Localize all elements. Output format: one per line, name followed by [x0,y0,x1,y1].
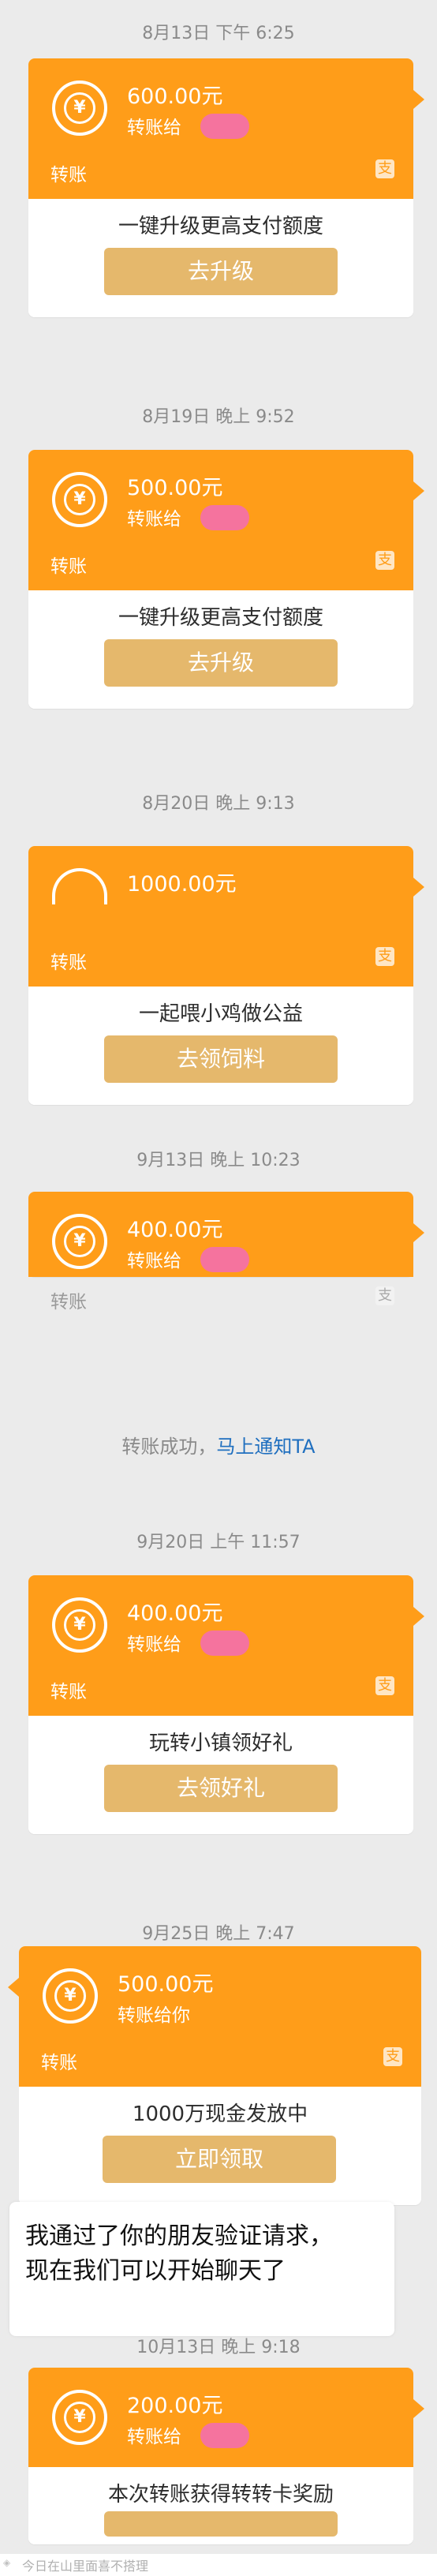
transfer-header: ¥ 600.00元 转账给 转账 支 [28,58,424,199]
redacted-name [200,1247,249,1272]
promo-text: 一键升级更高支付额度 [118,215,323,238]
yuan-coin-icon: ¥ [52,1214,107,1269]
timestamp: 9月13日 晚上 10:23 [136,1151,301,1170]
timestamp: 8月20日 晚上 9:13 [142,794,295,814]
promo-section: 玩转小镇领好礼 去领好礼 [28,1716,413,1834]
transfer-label: 转账 [50,1682,87,1702]
redacted-name [200,1631,249,1656]
claim-button[interactable]: 立即领取 [103,2136,336,2183]
redacted-name [200,505,249,530]
transfer-card[interactable]: ¥ 400.00元 转账给 转账 支 玩转小镇领好礼 去领好礼 [28,1575,424,1834]
feed-button[interactable]: 去领饲料 [104,1035,338,1083]
redacted-name [200,114,249,139]
transfer-header: 1000.00元 转账 支 [28,846,424,987]
yuan-coin-icon: ¥ [52,472,107,527]
transfer-header: ¥ 500.00元 转账给你 转账 支 [8,1946,421,2087]
promo-section: 一键升级更高支付额度 去升级 [28,590,413,709]
transfer-card[interactable]: 1000.00元 转账 支 一起喂小鸡做公益 去领饲料 [28,846,424,1105]
claim-button[interactable] [104,2511,338,2537]
promo-text: 1000万现金发放中 [132,2102,308,2126]
transfer-header: ¥ 400.00元 转账给 转账 支 [28,1575,424,1716]
transfer-recipient-label: 转账给 [127,118,181,138]
transfer-header: ¥ 400.00元 转账给 转账 支 [28,1192,424,1312]
yuan-coin-icon: ¥ [52,80,107,136]
transfer-amount: 500.00元 [127,476,223,500]
transfer-amount: 500.00元 [118,1972,214,1997]
transfer-header: ¥ 500.00元 转账给 转账 支 [28,450,424,590]
yuan-coin-icon: ¥ [52,2390,107,2445]
notify-link[interactable]: 马上通知TA [216,1436,315,1458]
alipay-icon: 支 [375,947,394,966]
transfer-header: ¥ 200.00元 转账给 [28,2368,424,2467]
upgrade-button[interactable]: 去升级 [104,639,338,687]
promo-section: 一起喂小鸡做公益 去领饲料 [28,987,413,1105]
watermark-logo: ◈ [3,2557,11,2568]
timestamp: 9月20日 上午 11:57 [136,1533,301,1552]
transfer-label: 转账 [50,556,87,577]
promo-section: 一键升级更高支付额度 去升级 [28,199,413,317]
transfer-recipient-label: 转账给 [127,509,181,530]
yuan-coin-icon [52,868,107,904]
timestamp: 8月13日 下午 6:25 [142,24,295,43]
transfer-amount: 600.00元 [127,84,223,109]
chat-line-1: 我通过了你的朋友验证请求， [25,2222,333,2250]
success-text: 转账成功， [121,1436,217,1458]
transfer-recipient-label: 转账给 [127,1634,181,1655]
transfer-card[interactable]: ¥ 400.00元 转账给 转账 支 [28,1192,424,1312]
transfer-label: 转账 [50,1292,87,1312]
transfer-card[interactable]: ¥ 500.00元 转账给你 转账 支 1000万现金发放中 立即领取 [8,1946,421,2205]
promo-section: 本次转账获得转转卡奖励 [28,2467,413,2544]
transfer-recipient-label: 转账给你 [118,2005,190,2026]
alipay-icon: 支 [375,551,394,570]
transfer-success-message: 转账成功，马上通知TA [0,1431,437,1458]
transfer-recipient-label: 转账给 [127,2427,181,2447]
promo-text: 玩转小镇领好礼 [148,1732,293,1755]
chat-screen: 8月13日 下午 6:25 ¥ 600.00元 转账给 转账 支 一键升级更高支… [0,0,437,2576]
timestamp: 8月19日 晚上 9:52 [142,407,295,427]
alipay-icon: 支 [375,1676,394,1695]
timestamp: 10月13日 晚上 9:18 [136,2338,301,2357]
promo-text: 一起喂小鸡做公益 [138,1002,303,1026]
friend-accept-text: 我通过了你的朋友验证请求， 现在我们可以开始聊天了 [25,2219,333,2289]
transfer-amount: 1000.00元 [127,872,237,897]
watermark-text: 今日在山里面喜不搭理 [22,2559,149,2574]
transfer-label: 转账 [50,165,87,185]
promo-section: 1000万现金发放中 立即领取 [19,2087,421,2205]
yuan-coin-icon: ¥ [52,1597,107,1653]
timestamp: 9月25日 晚上 7:47 [142,1924,295,1944]
transfer-label: 转账 [41,2053,77,2073]
transfer-card[interactable]: ¥ 500.00元 转账给 转账 支 一键升级更高支付额度 去升级 [28,450,424,709]
gift-button[interactable]: 去领好礼 [104,1765,338,1812]
watermark-bar: ◈ 今日在山里面喜不搭理 [0,2554,437,2576]
system-message: 我通过了你的朋友验证请求， 现在我们可以开始聊天了 [9,2202,394,2336]
transfer-amount: 200.00元 [127,2394,223,2418]
transfer-card[interactable]: ¥ 200.00元 转账给 本次转账获得转转卡奖励 [28,2368,424,2544]
promo-text: 一键升级更高支付额度 [118,606,323,630]
alipay-icon: 支 [375,1286,394,1305]
promo-text: 本次转账获得转转卡奖励 [107,2483,334,2507]
yuan-coin-icon: ¥ [43,1968,98,2024]
alipay-icon: 支 [375,159,394,178]
redacted-name [200,2423,249,2448]
transfer-amount: 400.00元 [127,1218,223,1242]
chat-line-2: 现在我们可以开始聊天了 [25,2257,286,2285]
alipay-icon: 支 [383,2047,402,2066]
upgrade-button[interactable]: 去升级 [104,248,338,295]
transfer-recipient-label: 转账给 [127,1251,181,1271]
transfer-card[interactable]: ¥ 600.00元 转账给 转账 支 一键升级更高支付额度 去升级 [28,58,424,317]
transfer-amount: 400.00元 [127,1601,223,1626]
transfer-label: 转账 [50,953,87,973]
